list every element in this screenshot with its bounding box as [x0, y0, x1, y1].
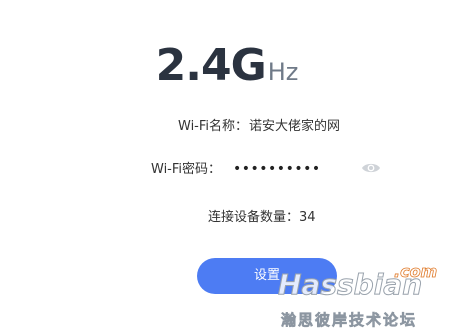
frequency-heading: 2.4GHz — [0, 40, 454, 91]
connected-devices-label: 连接设备数量： — [208, 210, 300, 225]
ssid-label: Wi-Fi名称： — [178, 119, 249, 134]
ssid-row: Wi-Fi名称：诺安大佬家的网 — [178, 115, 340, 134]
connected-devices-row: 连接设备数量：34 — [208, 206, 316, 225]
eye-icon[interactable] — [361, 160, 381, 174]
frequency-unit: Hz — [267, 58, 299, 86]
watermark-domain: .com — [394, 262, 438, 282]
watermark-forum-name: 瀚思彼岸技术论坛 — [281, 311, 418, 330]
password-row: Wi-Fi密码： •••••••••• — [151, 158, 321, 177]
password-value: •••••••••• — [233, 161, 321, 177]
password-label: Wi-Fi密码： — [151, 162, 222, 177]
connected-devices-count: 34 — [299, 210, 316, 225]
wifi-band-panel: 2.4GHz Wi-Fi名称：诺安大佬家的网 Wi-Fi密码： •••••••••… — [0, 0, 454, 336]
frequency-value: 2.4G — [155, 40, 267, 91]
ssid-value: 诺安大佬家的网 — [249, 119, 341, 134]
